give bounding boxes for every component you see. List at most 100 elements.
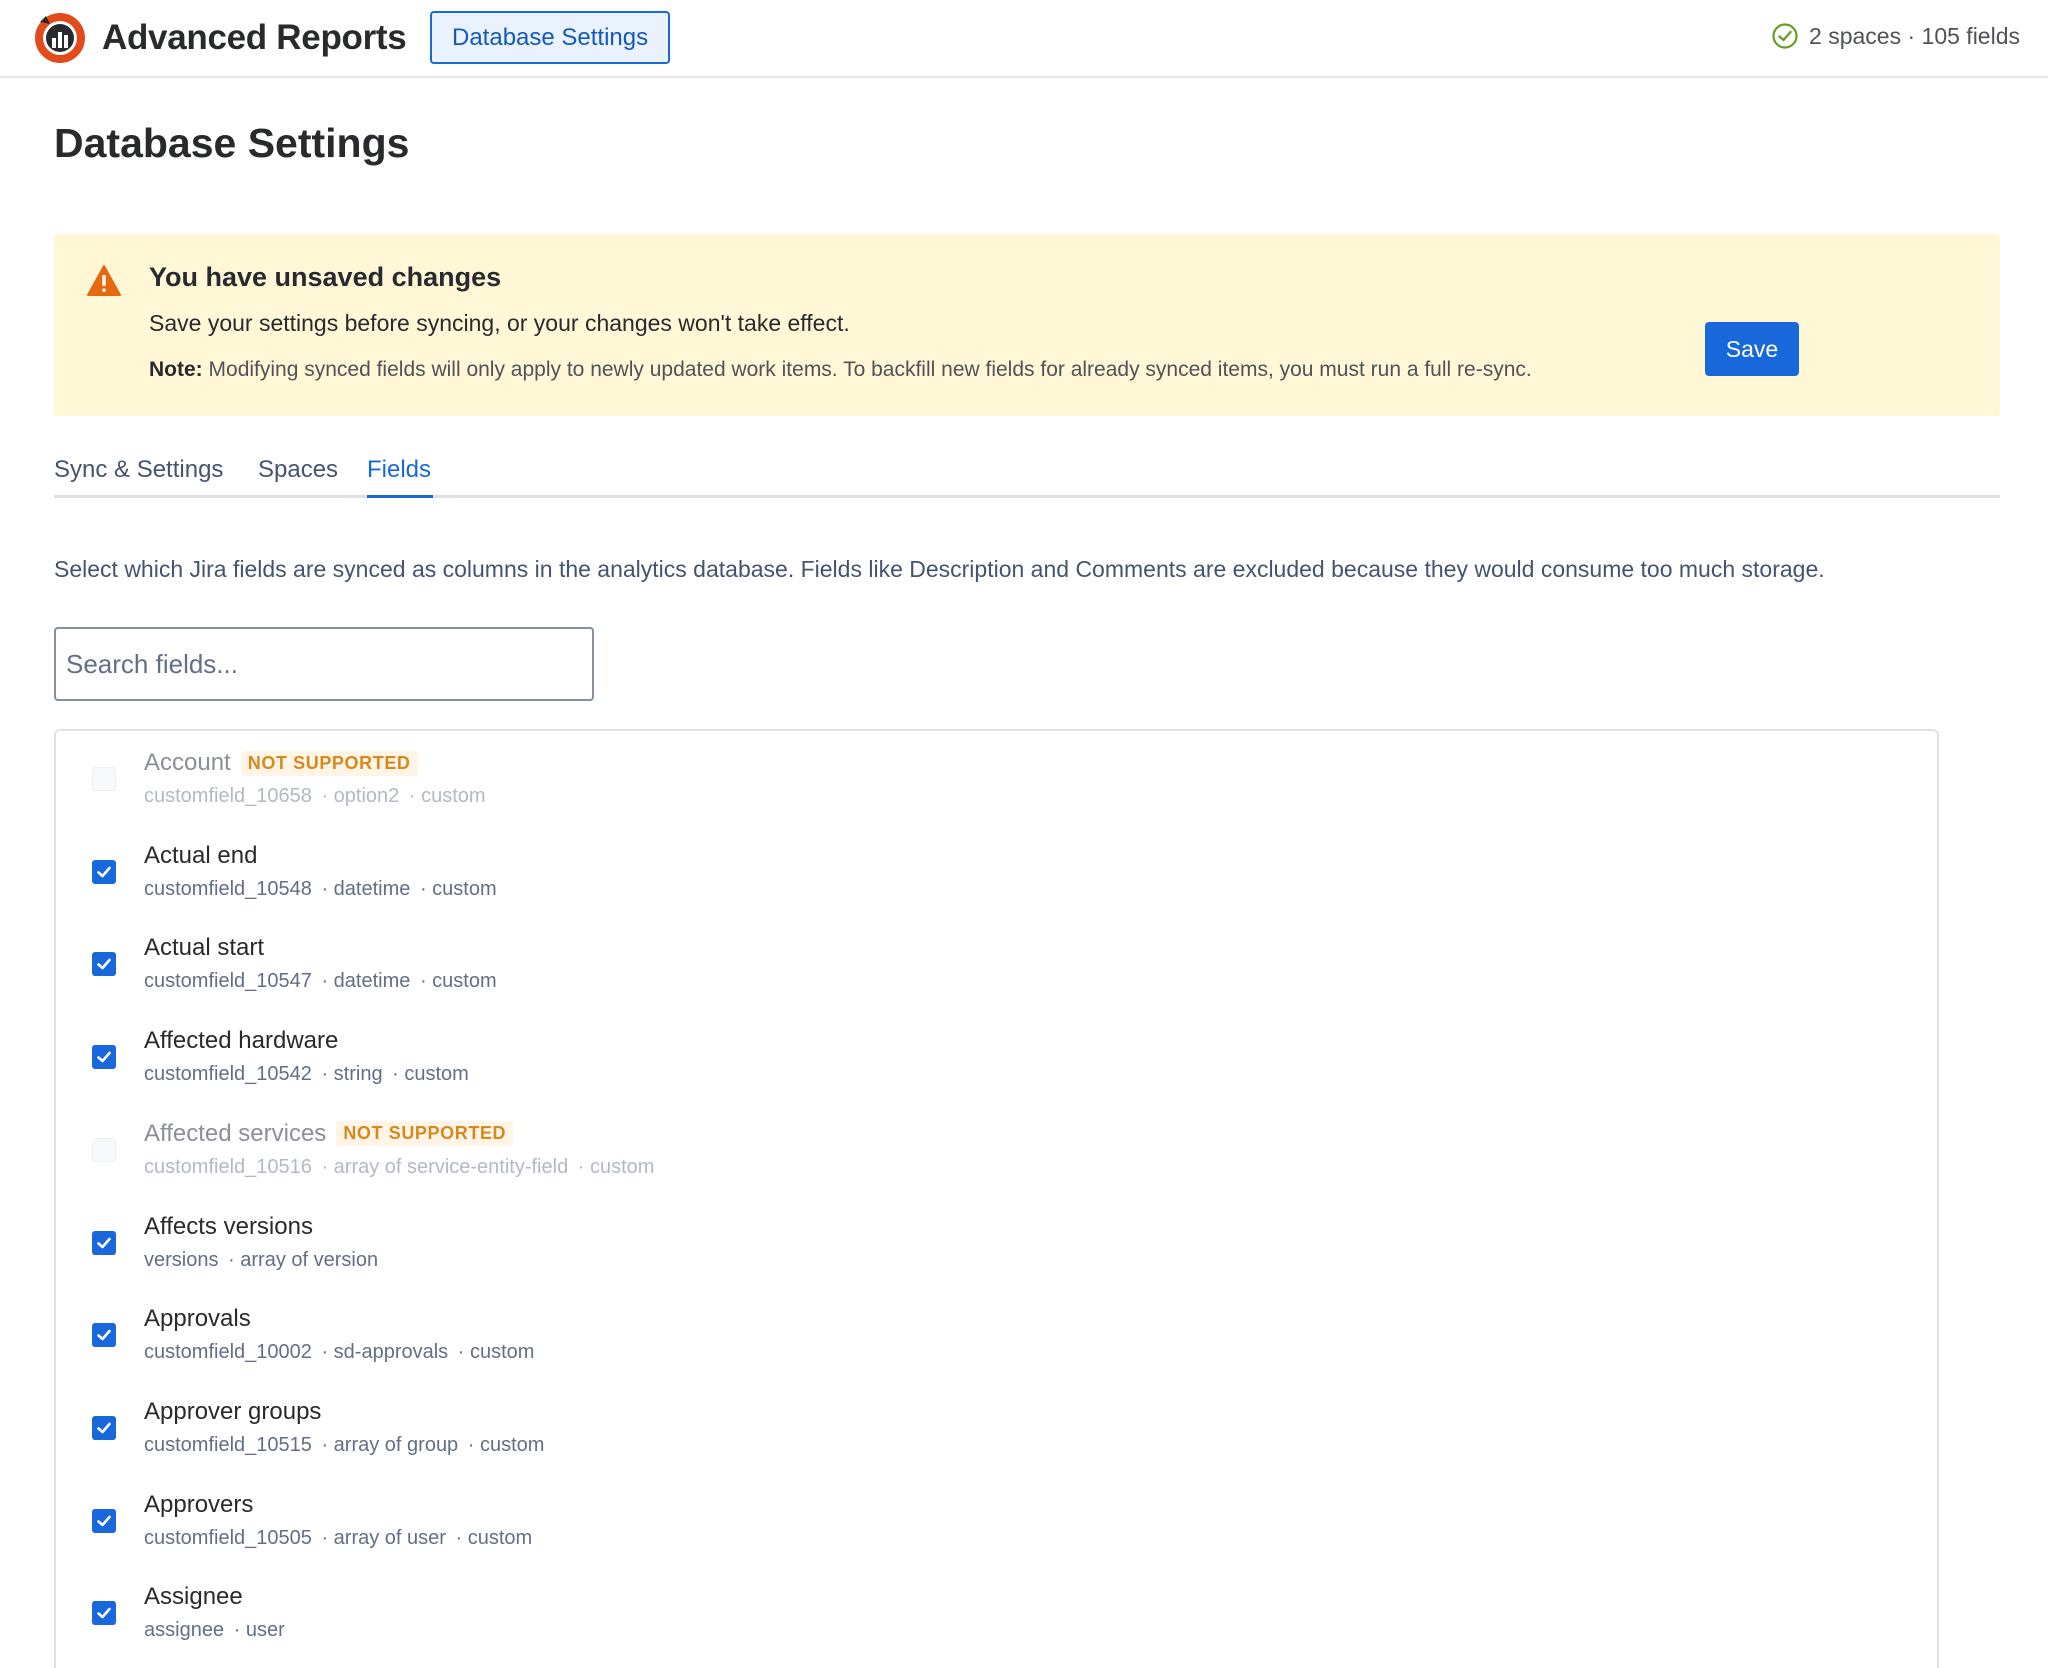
tab-sync-settings[interactable]: Sync & Settings	[54, 456, 223, 484]
field-row: Affected hardware customfield_10542string…	[56, 1009, 1937, 1102]
field-row: Approvers customfield_10505array of userc…	[56, 1473, 1937, 1566]
field-source: custom	[410, 970, 496, 992]
checkmark-icon	[97, 1329, 111, 1341]
field-source: custom	[568, 1156, 654, 1178]
checkmark-icon	[97, 1051, 111, 1063]
field-type: datetime	[312, 878, 411, 900]
field-type: array of service-entity-field	[312, 1156, 568, 1178]
field-type: option2	[312, 785, 399, 807]
search-fields-input[interactable]	[54, 627, 594, 701]
field-name: Affects versions	[144, 1213, 313, 1241]
active-tab-indicator	[367, 495, 433, 498]
checkmark-icon	[97, 866, 111, 877]
field-id: assignee	[144, 1619, 225, 1642]
field-row: Affected services NOT SUPPORTED customfiel…	[56, 1102, 1937, 1195]
tab-fields[interactable]: Fields	[367, 456, 431, 484]
page-title: Database Settings	[54, 120, 410, 166]
field-id: customfield_10547	[144, 970, 312, 993]
field-name-text: Actual end	[144, 841, 258, 869]
field-name-text: Affected services	[144, 1119, 327, 1147]
field-id: customfield_10515	[144, 1433, 312, 1456]
field-id: customfield_10002	[144, 1341, 312, 1364]
field-id: customfield_10516	[144, 1155, 312, 1178]
field-checkbox	[92, 1137, 116, 1162]
top-bar: Advanced Reports Database Settings 2 spa…	[0, 0, 2048, 78]
field-meta: customfield_10658option2custom	[144, 785, 486, 808]
field-type: array of version	[218, 1249, 378, 1271]
database-settings-nav-button[interactable]: Database Settings	[430, 11, 671, 64]
field-type: user	[224, 1619, 285, 1641]
field-name: Approvers	[144, 1491, 253, 1519]
field-source: custom	[383, 1063, 469, 1085]
sync-status: 2 spaces · 105 fields	[1771, 22, 2020, 50]
fields-description: Select which Jira fields are synced as c…	[54, 556, 1825, 582]
field-row: Approvals customfield_10002sd-approvalscu…	[56, 1287, 1937, 1380]
field-checkbox[interactable]	[92, 1601, 116, 1626]
field-meta: customfield_10002sd-approvalscustom	[144, 1341, 534, 1364]
status-text: 2 spaces · 105 fields	[1809, 22, 2020, 49]
field-meta: customfield_10547datetimecustom	[144, 970, 497, 993]
field-id: customfield_10505	[144, 1526, 312, 1549]
field-name: Affected hardware	[144, 1027, 338, 1055]
field-meta: customfield_10516array of service-entity…	[144, 1156, 654, 1179]
field-id: customfield_10658	[144, 785, 312, 807]
field-name: Account NOT SUPPORTED	[144, 749, 418, 777]
field-checkbox[interactable]	[92, 952, 116, 977]
field-meta: assigneeuser	[144, 1619, 285, 1642]
check-circle-icon	[1772, 23, 1798, 49]
settings-tabs: Sync & Settings Spaces Fields	[54, 450, 2000, 498]
field-row: Actual end customfield_10548datetimecusto…	[56, 824, 1937, 917]
field-name: Approver groups	[144, 1398, 321, 1426]
field-meta: customfield_10505array of usercustom	[144, 1527, 532, 1550]
field-name-text: Approvers	[144, 1490, 254, 1518]
app-title: Advanced Reports	[102, 18, 407, 57]
field-name-text: Actual start	[144, 934, 265, 962]
field-type: array of user	[312, 1527, 446, 1549]
field-name-text: Assignee	[144, 1583, 243, 1611]
field-checkbox[interactable]	[92, 1415, 116, 1440]
field-row: Account NOT SUPPORTED customfield_10658opt…	[56, 731, 1937, 824]
field-meta: customfield_10542stringcustom	[144, 1063, 469, 1086]
field-row: Assignee assigneeuser	[56, 1565, 1937, 1658]
app-logo-icon	[35, 13, 85, 63]
tab-spaces[interactable]: Spaces	[258, 456, 338, 484]
field-checkbox[interactable]	[92, 859, 116, 884]
banner-note: Note: Modifying synced fields will only …	[149, 358, 1532, 382]
field-row: Actual start customfield_10547datetimecus…	[56, 916, 1937, 1009]
field-checkbox[interactable]	[92, 1045, 116, 1070]
checkmark-icon	[97, 959, 111, 970]
field-row: Approver groups customfield_10515array of…	[56, 1380, 1937, 1473]
field-type: array of group	[312, 1434, 458, 1456]
checkmark-icon	[97, 1237, 111, 1248]
field-checkbox[interactable]	[92, 1230, 116, 1255]
field-id: customfield_10542	[144, 1063, 312, 1086]
field-name: Affected services NOT SUPPORTED	[144, 1119, 514, 1148]
field-checkbox[interactable]	[92, 1323, 116, 1348]
field-name-text: Affected hardware	[144, 1027, 339, 1055]
field-name: Assignee	[144, 1583, 243, 1611]
banner-note-label: Note:	[149, 358, 203, 381]
field-source: custom	[448, 1341, 534, 1363]
field-type: string	[312, 1063, 383, 1085]
field-id: customfield_10548	[144, 877, 312, 900]
field-name: Actual end	[144, 842, 257, 870]
save-button[interactable]: Save	[1705, 322, 1799, 376]
field-name-text: Affects versions	[144, 1212, 313, 1240]
not-supported-badge: NOT SUPPORTED	[336, 1121, 514, 1147]
field-source: custom	[458, 1434, 544, 1456]
field-name-text: Approver groups	[144, 1397, 322, 1425]
unsaved-changes-banner: You have unsaved changes Save your setti…	[54, 234, 2000, 416]
field-meta: customfield_10548datetimecustom	[144, 878, 497, 901]
field-name: Actual start	[144, 934, 264, 962]
field-checkbox[interactable]	[92, 1508, 116, 1533]
field-name: Approvals	[144, 1305, 251, 1333]
not-supported-badge: NOT SUPPORTED	[240, 750, 418, 776]
field-checkbox	[92, 767, 116, 791]
banner-note-text: Modifying synced fields will only apply …	[208, 358, 1532, 381]
field-meta: customfield_10515array of groupcustom	[144, 1434, 544, 1457]
field-list: Account NOT SUPPORTED customfield_10658opt…	[54, 729, 1939, 1668]
field-source: custom	[399, 785, 485, 807]
field-type: datetime	[312, 970, 411, 992]
field-name-text: Approvals	[144, 1305, 251, 1333]
field-type: sd-approvals	[312, 1341, 448, 1363]
